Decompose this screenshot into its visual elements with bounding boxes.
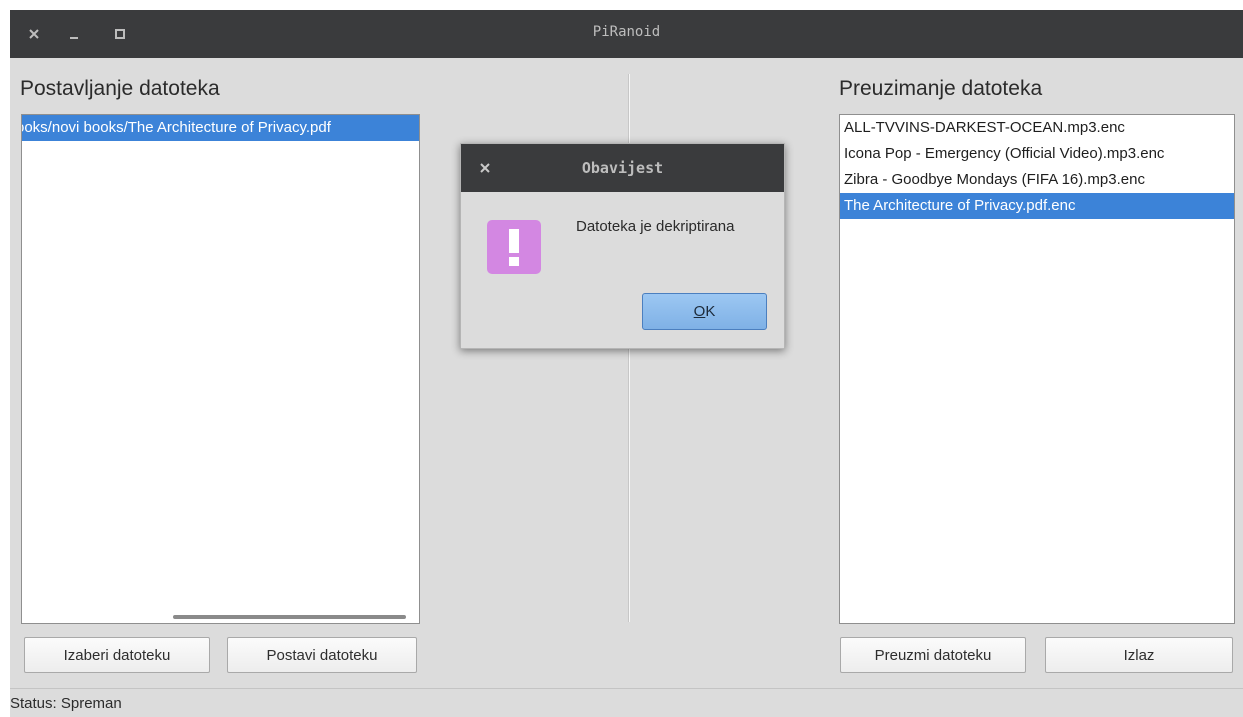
download-section-title: Preuzimanje datoteka [839,77,1043,100]
window-title: PiRanoid [592,24,661,40]
choose-file-button[interactable]: Izaberi datoteku [24,637,210,673]
list-item-label: Icona Pop - Emergency (Official Video).m… [844,145,1165,162]
horizontal-scrollbar[interactable] [173,615,406,619]
list-item-label: The Architecture of Privacy.pdf.enc [844,197,1076,214]
warning-exclamation-icon [487,220,541,274]
list-item[interactable]: The Architecture of Privacy.pdf.enc [840,193,1234,219]
list-item[interactable]: ALL-TVVINS-DARKEST-OCEAN.mp3.enc [840,115,1234,141]
dialog-message: Datoteka je dekriptirana [576,218,735,235]
list-item[interactable]: Zibra - Goodbye Mondays (FIFA 16).mp3.en… [840,167,1234,193]
upload-section-title: Postavljanje datoteka [20,77,220,100]
ok-button[interactable]: OK [642,293,767,330]
status-text: Status: Spreman [10,695,122,712]
window-titlebar: PiRanoid [10,10,1243,58]
list-item-label: ooks/novi books/The Architecture of Priv… [21,119,331,136]
list-item-label: Zibra - Goodbye Mondays (FIFA 16).mp3.en… [844,171,1145,188]
main-window: PiRanoid Postavljanje datoteka ooks/novi… [10,10,1243,717]
list-item[interactable]: Icona Pop - Emergency (Official Video).m… [840,141,1234,167]
ok-label-rest: K [705,303,716,320]
status-bar: Status: Spreman [10,688,1243,717]
upload-file-button[interactable]: Postavi datoteku [227,637,417,673]
upload-file-list[interactable]: ooks/novi books/The Architecture of Priv… [21,114,420,624]
notification-dialog: Obavijest Datoteka je dekriptirana OK [460,143,785,349]
download-file-button[interactable]: Preuzmi datoteku [840,637,1026,673]
dialog-title: Obavijest [581,159,664,177]
dialog-titlebar: Obavijest [461,144,784,192]
download-file-list[interactable]: ALL-TVVINS-DARKEST-OCEAN.mp3.enc Icona P… [839,114,1235,624]
list-item[interactable]: ooks/novi books/The Architecture of Priv… [21,115,419,141]
list-item-label: ALL-TVVINS-DARKEST-OCEAN.mp3.enc [844,119,1125,136]
exit-button[interactable]: Izlaz [1045,637,1233,673]
ok-mnemonic: O [693,303,706,320]
